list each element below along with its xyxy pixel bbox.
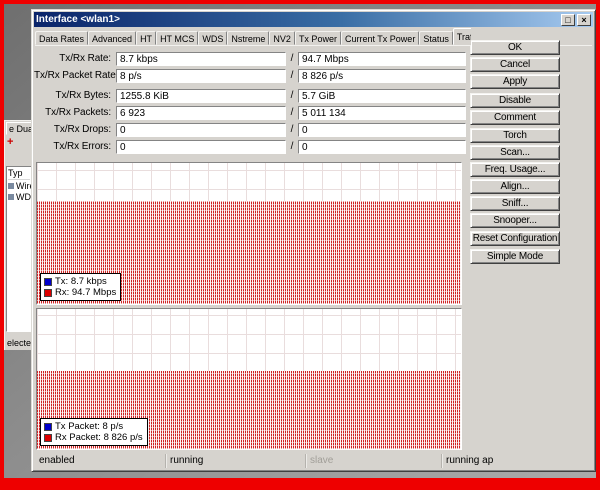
field-row: Tx/Rx Packets: 6 923 / 5 011 134 (34, 105, 470, 120)
background-window: e Dual + Typ Wire WD elected (4, 120, 32, 350)
slash-separator: / (290, 90, 294, 101)
list-item[interactable]: WD (8, 191, 31, 202)
legend-entry: Rx: 94.7 Mbps (44, 287, 116, 298)
field-label: Tx/Rx Packets: (45, 107, 111, 118)
add-icon[interactable]: + (7, 136, 13, 148)
list-item-label: WD (16, 191, 31, 202)
interface-dialog: Interface <wlan1> □ × Data Rates Advance… (31, 9, 596, 472)
tx-drops-field[interactable]: 0 (116, 122, 286, 137)
interface-icon (8, 182, 14, 189)
field-row: Tx/Rx Packet Rate: 8 p/s / 8 826 p/s (34, 68, 470, 83)
chart-legend: Tx Packet: 8 p/s Rx Packet: 8 826 p/s (40, 418, 148, 446)
legend-label: Tx Packet: 8 p/s (55, 421, 124, 432)
background-toolbar: + (4, 135, 32, 149)
tab-tx-power[interactable]: Tx Power (294, 31, 341, 45)
torch-button[interactable]: Torch (470, 128, 560, 143)
desktop: e Dual + Typ Wire WD elected Interface <… (0, 0, 600, 490)
window-title: Interface <wlan1> (36, 14, 120, 25)
list-item-label: Wire (16, 180, 31, 191)
rx-color-swatch (44, 288, 52, 297)
field-label: Tx/Rx Bytes: (55, 90, 112, 101)
tab-status[interactable]: Status (419, 31, 453, 45)
legend-label: Rx: 94.7 Mbps (55, 287, 117, 298)
rx-bytes-field[interactable]: 5.7 GiB (298, 88, 466, 103)
tab-ht[interactable]: HT (136, 31, 157, 45)
tab-advanced[interactable]: Advanced (88, 31, 137, 45)
sniff-button[interactable]: Sniff... (470, 196, 560, 211)
status-enabled: enabled (39, 455, 75, 466)
tx-packets-field[interactable]: 6 923 (116, 105, 286, 120)
tx-packet-rate-field[interactable]: 8 p/s (116, 68, 286, 83)
status-running: running (165, 454, 305, 468)
slash-separator: / (290, 70, 294, 81)
field-label: Tx/Rx Errors: (53, 141, 111, 152)
column-header-fragment[interactable]: Typ (8, 168, 30, 180)
status-slave: slave (305, 454, 441, 468)
restore-button[interactable]: □ (561, 13, 575, 26)
legend-entry: Tx: 8.7 kbps (44, 276, 116, 287)
slash-separator: / (290, 53, 294, 64)
action-button-column: OK Cancel Apply Disable Comment Torch Sc… (470, 40, 560, 266)
tab-ht-mcs[interactable]: HT MCS (156, 31, 199, 45)
tx-color-swatch (44, 277, 52, 286)
field-row: Tx/Rx Bytes: 1255.8 KiB / 5.7 GiB (34, 88, 470, 103)
reset-configuration-button[interactable]: Reset Configuration (470, 231, 560, 246)
tab-current-tx-power[interactable]: Current Tx Power (340, 31, 420, 45)
slash-separator: / (290, 124, 294, 135)
rx-color-swatch (44, 433, 52, 442)
legend-label: Tx: 8.7 kbps (55, 276, 107, 287)
legend-entry: Tx Packet: 8 p/s (44, 421, 143, 432)
list-item[interactable]: Wire (8, 180, 31, 191)
tx-errors-field[interactable]: 0 (116, 139, 286, 154)
close-icon: × (581, 14, 587, 25)
comment-button[interactable]: Comment (470, 110, 560, 125)
selection-status-fragment: elected (7, 338, 32, 348)
disable-button[interactable]: Disable (470, 93, 560, 108)
rx-rate-field[interactable]: 94.7 Mbps (298, 51, 466, 66)
apply-button[interactable]: Apply (470, 74, 560, 89)
tab-traffic[interactable]: Traffic (452, 28, 471, 45)
titlebar[interactable]: Interface <wlan1> □ × (34, 12, 593, 27)
cancel-button[interactable]: Cancel (470, 57, 560, 72)
simple-mode-button[interactable]: Simple Mode (470, 249, 560, 264)
packet-rate-chart: Tx Packet: 8 p/s Rx Packet: 8 826 p/s (36, 308, 462, 450)
tab-data-rates[interactable]: Data Rates (35, 31, 89, 45)
slash-separator: / (290, 141, 294, 152)
tx-color-swatch (44, 422, 52, 431)
legend-label: Rx Packet: 8 826 p/s (55, 432, 143, 443)
rx-drops-field[interactable]: 0 (298, 122, 466, 137)
tx-rate-field[interactable]: 8.7 kbps (116, 51, 286, 66)
field-row: Tx/Rx Rate: 8.7 kbps / 94.7 Mbps (34, 51, 470, 66)
tab-nv2[interactable]: NV2 (269, 31, 295, 45)
rx-packet-rate-field[interactable]: 8 826 p/s (298, 68, 466, 83)
legend-entry: Rx Packet: 8 826 p/s (44, 432, 143, 443)
background-tab-fragment[interactable]: e Dual (6, 122, 32, 135)
scan-button[interactable]: Scan... (470, 145, 560, 160)
freq-usage-button[interactable]: Freq. Usage... (470, 162, 560, 177)
tab-nstreme[interactable]: Nstreme (227, 31, 270, 45)
field-label: Tx/Rx Rate: (59, 53, 111, 64)
tab-strip: Data Rates Advanced HT HT MCS WDS Nstrem… (35, 28, 471, 45)
traffic-stats-form: Tx/Rx Rate: 8.7 kbps / 94.7 Mbps Tx/Rx P… (34, 51, 470, 156)
close-button[interactable]: × (577, 13, 591, 26)
tab-wds[interactable]: WDS (198, 31, 228, 45)
field-label: Tx/Rx Drops: (53, 124, 111, 135)
status-running-ap: running ap (441, 454, 594, 468)
background-interface-list: Typ Wire WD (6, 166, 32, 332)
restore-icon: □ (565, 14, 571, 25)
field-label: Tx/Rx Packet Rate: (34, 70, 119, 81)
ok-button[interactable]: OK (470, 40, 560, 55)
interface-icon (8, 193, 14, 200)
traffic-rate-chart: Tx: 8.7 kbps Rx: 94.7 Mbps (36, 162, 462, 305)
snooper-button[interactable]: Snooper... (470, 213, 560, 228)
field-row: Tx/Rx Drops: 0 / 0 (34, 122, 470, 137)
status-bar: enabled running slave running ap (35, 454, 594, 468)
align-button[interactable]: Align... (470, 179, 560, 194)
tx-bytes-field[interactable]: 1255.8 KiB (116, 88, 286, 103)
rx-errors-field[interactable]: 0 (298, 139, 466, 154)
rx-packets-field[interactable]: 5 011 134 (298, 105, 466, 120)
slash-separator: / (290, 107, 294, 118)
chart-legend: Tx: 8.7 kbps Rx: 94.7 Mbps (40, 273, 122, 301)
field-row: Tx/Rx Errors: 0 / 0 (34, 139, 470, 154)
